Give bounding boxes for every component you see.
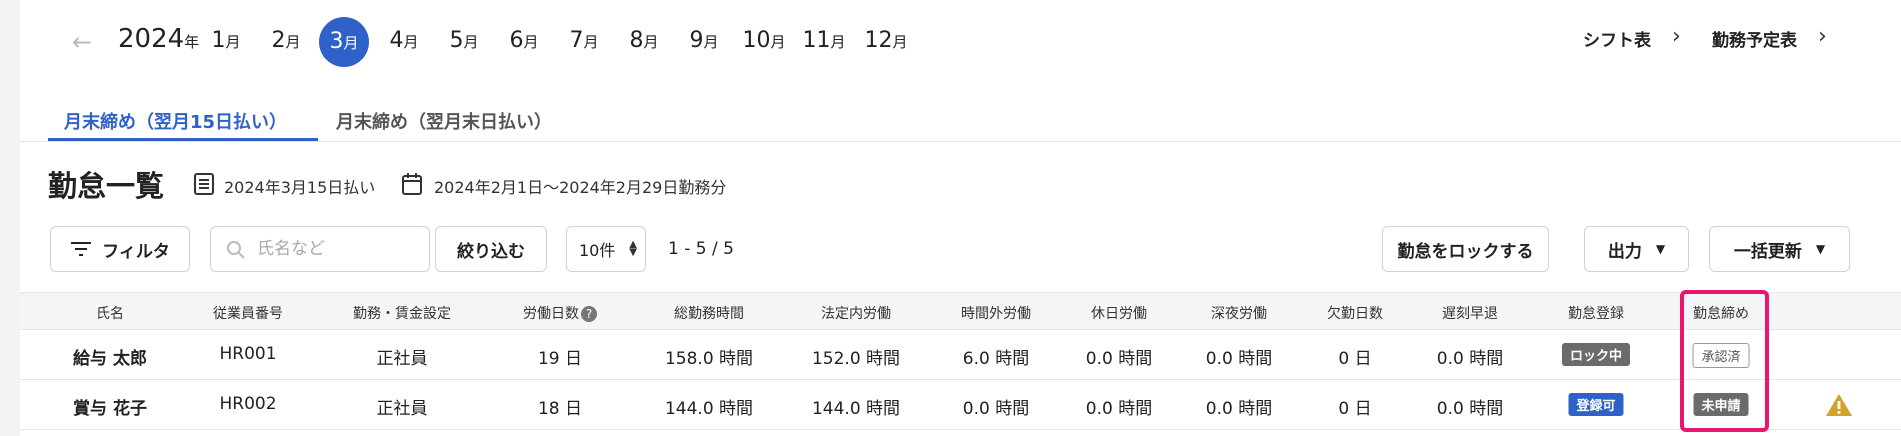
col-emp-no[interactable]: 従業員番号 — [213, 303, 283, 323]
per-page-select[interactable]: 10件 ▲ ▼ — [566, 226, 646, 272]
month-10[interactable]: 10月 — [734, 26, 794, 57]
status-badge-approved: 承認済 — [1692, 343, 1750, 368]
cell-late: 0.0 時間 — [1436, 349, 1504, 369]
cell-overtime: 6.0 時間 — [962, 349, 1030, 369]
cell-holiday: 0.0 時間 — [1085, 349, 1153, 369]
month-8[interactable]: 8月 — [614, 26, 674, 57]
cell-night: 0.0 時間 — [1205, 349, 1273, 369]
narrow-button[interactable]: 絞り込む — [435, 226, 547, 272]
search-box[interactable] — [210, 226, 430, 272]
cell-total: 144.0 時間 — [664, 399, 754, 419]
chevron-right-icon[interactable]: › — [1818, 24, 1827, 49]
cell-days: 19 日 — [537, 349, 583, 369]
col-registration[interactable]: 勤怠登録 — [1568, 303, 1624, 323]
month-6[interactable]: 6月 — [494, 26, 554, 57]
cell-name[interactable]: 給与 太郎 — [73, 344, 147, 369]
bulk-update-button[interactable]: 一括更新 ▼ — [1709, 226, 1850, 272]
col-absent[interactable]: 欠勤日数 — [1327, 303, 1383, 323]
cell-name[interactable]: 賞与 花子 — [73, 394, 147, 419]
cell-absent: 0 日 — [1338, 349, 1372, 369]
month-1[interactable]: 1月 — [196, 26, 256, 57]
status-badge-locked: ロック中 — [1561, 343, 1631, 366]
calendar-icon — [402, 173, 422, 195]
month-2[interactable]: 2月 — [256, 26, 316, 57]
pay-date: 2024年3月15日払い — [224, 178, 376, 197]
filter-icon — [71, 242, 92, 256]
schedule-link[interactable]: 勤務予定表 — [1712, 26, 1797, 51]
col-closing[interactable]: 勤怠締め — [1693, 303, 1749, 323]
page-title: 勤怠一覧 — [48, 169, 165, 203]
help-icon[interactable]: ? — [581, 306, 597, 322]
table-header: 氏名 従業員番号 勤務・賃金設定 労働日数? 総勤務時間 法定内労働 時間外労働… — [20, 292, 1901, 330]
col-overtime[interactable]: 時間外労働 — [961, 303, 1031, 323]
col-days[interactable]: 労働日数? — [523, 303, 597, 323]
cell-late: 0.0 時間 — [1436, 399, 1504, 419]
month-11[interactable]: 11月 — [794, 26, 854, 57]
export-label: 出力 — [1607, 241, 1642, 262]
shift-table-link[interactable]: シフト表 — [1583, 26, 1651, 51]
cell-overtime: 0.0 時間 — [962, 399, 1030, 419]
month-3-active[interactable]: 3月 — [319, 17, 369, 67]
month-4[interactable]: 4月 — [374, 26, 434, 57]
search-icon — [227, 241, 245, 259]
col-name[interactable]: 氏名 — [96, 303, 124, 323]
cell-night: 0.0 時間 — [1205, 399, 1273, 419]
caret-down-icon: ▼ — [1655, 242, 1666, 256]
lock-attendance-button[interactable]: 勤怠をロックする — [1382, 226, 1549, 272]
tab-divider — [20, 141, 1901, 142]
year-label: 2024年 — [118, 24, 200, 54]
status-badge-registrable: 登録可 — [1568, 393, 1624, 416]
pagination-info: 1 - 5 / 5 — [668, 239, 734, 259]
cell-emp-no: HR002 — [219, 394, 277, 414]
filter-button[interactable]: フィルタ — [50, 226, 190, 272]
prev-year-arrow-icon[interactable]: ← — [72, 28, 92, 56]
cell-setting: 正社員 — [376, 349, 428, 369]
month-7[interactable]: 7月 — [554, 26, 614, 57]
col-setting[interactable]: 勤務・賃金設定 — [353, 303, 451, 323]
filter-label: フィルタ — [102, 241, 170, 262]
cell-total: 158.0 時間 — [664, 349, 754, 369]
chevron-right-icon[interactable]: › — [1672, 24, 1681, 49]
status-badge-not-submitted: 未申請 — [1693, 393, 1749, 416]
month-12[interactable]: 12月 — [856, 26, 916, 57]
tab-month-end-15th[interactable]: 月末締め（翌月15日払い） — [64, 108, 287, 134]
cell-legal: 152.0 時間 — [811, 349, 901, 369]
cell-holiday: 0.0 時間 — [1085, 399, 1153, 419]
table-row[interactable]: 賞与 花子 HR002 正社員 18 日 144.0 時間 144.0 時間 0… — [20, 380, 1901, 430]
warning-icon[interactable] — [1825, 392, 1853, 418]
cell-days: 18 日 — [537, 399, 583, 419]
work-period: 2024年2月1日〜2024年2月29日勤務分 — [434, 178, 727, 197]
col-holiday[interactable]: 休日労働 — [1091, 303, 1147, 323]
tab-month-end-last-day[interactable]: 月末締め（翌月末日払い） — [336, 108, 552, 134]
month-9[interactable]: 9月 — [674, 26, 734, 57]
search-input[interactable] — [257, 237, 417, 261]
select-arrows-icon: ▲ ▼ — [629, 239, 637, 258]
col-night[interactable]: 深夜労働 — [1211, 303, 1267, 323]
document-icon — [194, 173, 214, 195]
caret-down-icon: ▼ — [1815, 242, 1826, 256]
col-late[interactable]: 遅刻早退 — [1442, 303, 1498, 323]
export-button[interactable]: 出力 ▼ — [1584, 226, 1689, 272]
cell-emp-no: HR001 — [219, 344, 277, 364]
col-total[interactable]: 総勤務時間 — [674, 303, 744, 323]
per-page-value: 10件 — [579, 241, 616, 260]
col-legal[interactable]: 法定内労働 — [821, 303, 891, 323]
bulk-update-label: 一括更新 — [1733, 241, 1802, 262]
cell-setting: 正社員 — [376, 399, 428, 419]
cell-absent: 0 日 — [1338, 399, 1372, 419]
month-5[interactable]: 5月 — [434, 26, 494, 57]
cell-legal: 144.0 時間 — [811, 399, 901, 419]
table-row[interactable]: 給与 太郎 HR001 正社員 19 日 158.0 時間 152.0 時間 6… — [20, 330, 1901, 380]
